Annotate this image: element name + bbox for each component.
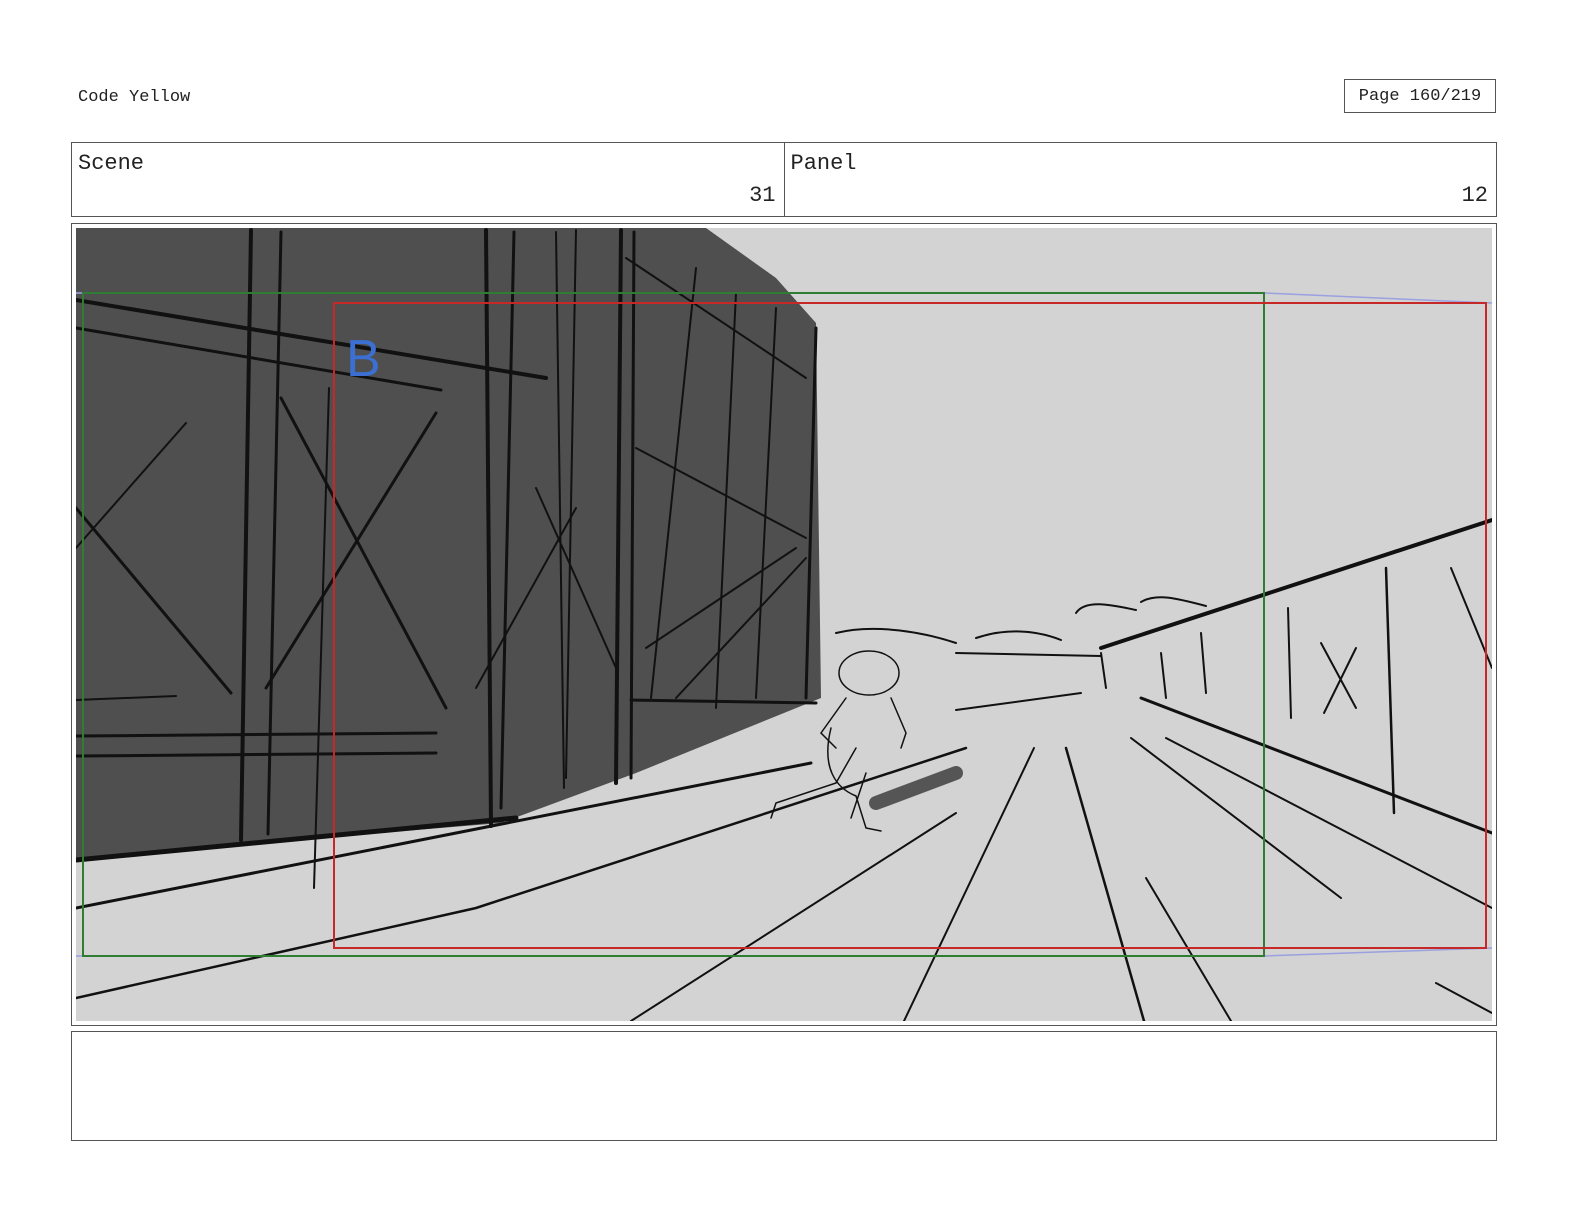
panel-cell: Panel 12 <box>783 143 1497 216</box>
panel-notes-text <box>72 1032 1496 1052</box>
panel-notes[interactable] <box>71 1031 1497 1141</box>
storyboard-frame: B <box>71 223 1497 1026</box>
panel-number: 12 <box>1461 183 1488 208</box>
panel-label: Panel <box>790 151 857 176</box>
storyboard-sketch: B <box>76 228 1492 1021</box>
page-indicator: Page 160/219 <box>1344 79 1496 113</box>
document-title: Code Yellow <box>78 88 191 107</box>
scene-cell: Scene 31 <box>72 143 784 216</box>
scene-number: 31 <box>749 183 776 208</box>
frame-marker-b: B <box>346 330 381 388</box>
scene-panel-header: Scene 31 Panel 12 <box>71 142 1497 217</box>
scene-label: Scene <box>78 151 145 176</box>
